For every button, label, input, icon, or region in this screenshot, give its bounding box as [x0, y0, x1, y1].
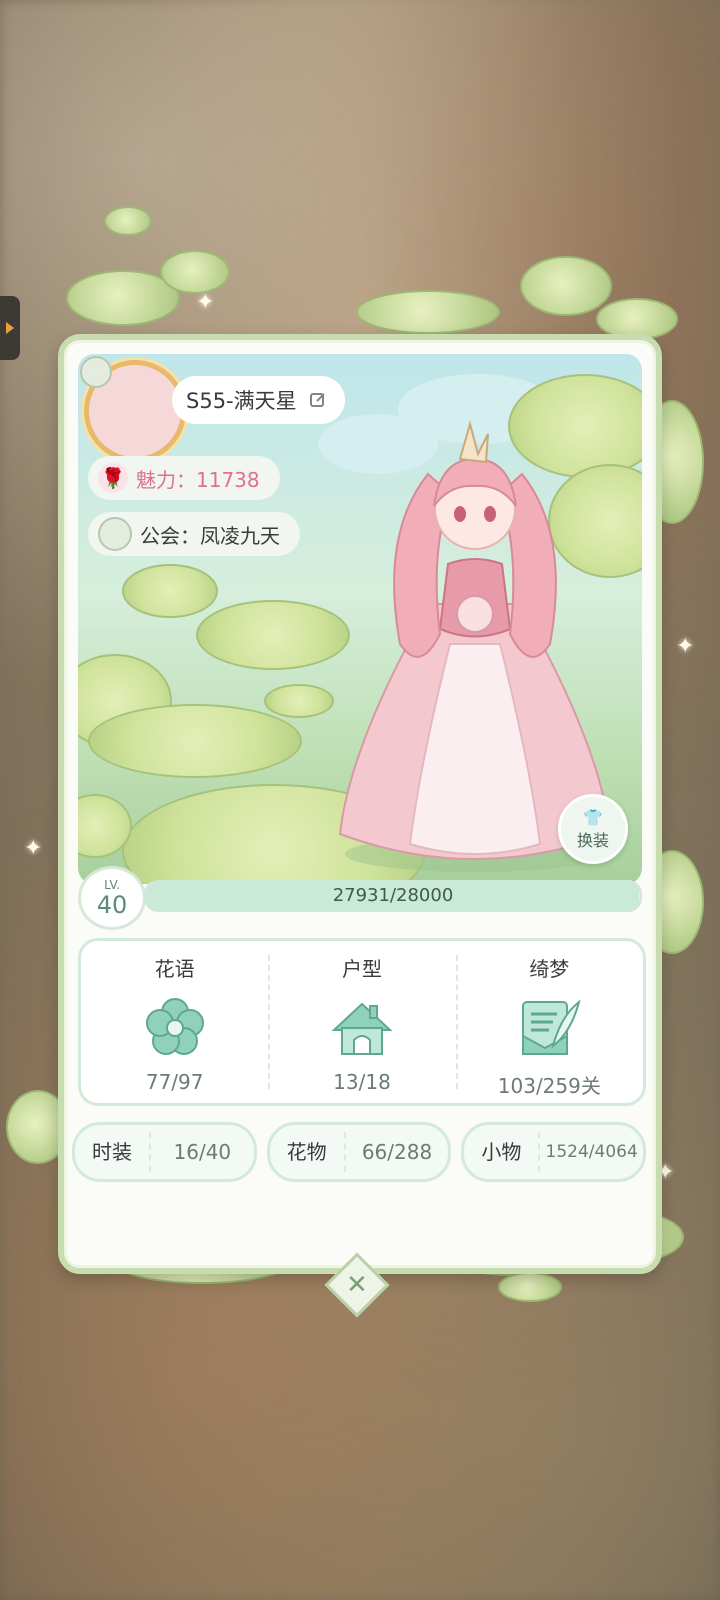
- house-icon: [331, 1002, 393, 1055]
- decor-leaf: [160, 250, 230, 294]
- level-prefix: LV.: [104, 878, 120, 892]
- stat-value: 13/18: [333, 1070, 391, 1094]
- bouquet: [456, 595, 494, 633]
- eye-left: [454, 506, 466, 522]
- decor-leaf: [356, 290, 500, 334]
- charm-text: 魅力：11738: [136, 467, 260, 492]
- stat-label: 户型: [341, 957, 382, 981]
- guild-text: 公会：凤凌九天: [140, 523, 280, 548]
- player-name: S55-满天星: [186, 389, 297, 413]
- stat-dream[interactable]: 绮梦 103/259关: [455, 941, 643, 1103]
- decor-leaf: [498, 1272, 562, 1302]
- collection-label: 时装: [75, 1132, 151, 1172]
- settings-gear-icon[interactable]: [80, 356, 112, 388]
- close-icon: ✕: [346, 1269, 368, 1300]
- eye-right: [484, 506, 496, 522]
- collection-label: 花物: [270, 1132, 346, 1172]
- sparkle-icon: ✦: [24, 836, 43, 861]
- player-name-box[interactable]: S55-满天星: [172, 376, 345, 424]
- scene-lily-pad: [122, 564, 218, 618]
- level-badge: LV. 40: [78, 866, 146, 930]
- collections-row: 时装 16/40 花物 66/288 小物 1524/4064: [72, 1122, 647, 1182]
- collection-value: 1524/4064: [545, 1142, 638, 1162]
- guild-emblem-icon: [98, 517, 132, 551]
- charm-pill: 🌹 魅力：11738: [88, 456, 280, 500]
- experience-text: 27931/28000: [332, 885, 454, 906]
- stat-value: 77/97: [145, 1070, 204, 1094]
- change-outfit-button[interactable]: 👕 换装: [558, 794, 628, 864]
- hair-crown: [458, 420, 489, 464]
- collection-small-items[interactable]: 小物 1524/4064: [461, 1122, 647, 1182]
- decor-leaf: [520, 256, 612, 316]
- sparkle-icon: ✦: [676, 634, 695, 659]
- stat-label: 绮梦: [529, 957, 570, 981]
- collection-fashion[interactable]: 时装 16/40: [72, 1122, 257, 1182]
- shirt-icon: 👕: [583, 807, 603, 827]
- change-outfit-label: 换装: [576, 830, 609, 850]
- collection-value: 16/40: [173, 1140, 232, 1164]
- collection-label: 小物: [464, 1132, 541, 1172]
- edit-icon[interactable]: [309, 391, 327, 409]
- stats-panel: 花语 77/97 户型 13/18 绮梦 103/259关: [78, 938, 646, 1106]
- side-expand-tab[interactable]: [0, 296, 20, 360]
- profile-card: 👕 换装 S55-满天星 🌹 魅力：11738 公会：凤凌九天 LV. 40 2…: [58, 334, 662, 1274]
- rose-icon: 🌹: [98, 463, 128, 493]
- level-value: 40: [96, 891, 128, 919]
- sparkle-icon: ✦: [196, 290, 215, 315]
- quill-letter-icon: [522, 999, 582, 1055]
- stat-value: 103/259关: [497, 1074, 601, 1098]
- guild-pill[interactable]: 公会：凤凌九天: [88, 512, 300, 556]
- flower-icon: [145, 998, 204, 1055]
- scene-lily-pad: [88, 704, 302, 778]
- stat-label: 花语: [154, 957, 195, 981]
- decor-leaf: [104, 206, 152, 236]
- stat-house-type[interactable]: 户型 13/18: [268, 941, 455, 1103]
- collection-value: 66/288: [361, 1140, 433, 1164]
- stat-flower-language[interactable]: 花语 77/97: [81, 941, 268, 1103]
- collection-flowers[interactable]: 花物 66/288: [266, 1122, 452, 1182]
- experience-bar: 27931/28000: [144, 880, 642, 912]
